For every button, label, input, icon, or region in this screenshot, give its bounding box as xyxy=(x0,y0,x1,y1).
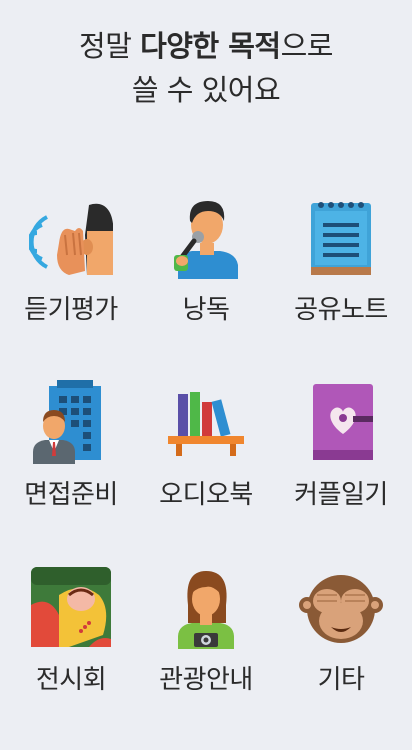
headline-emphasis: 다양한 목적 xyxy=(140,29,281,63)
purpose-row: 전시회 관광안내 기타 xyxy=(0,565,412,750)
purpose-couple-diary[interactable]: 커플일기 xyxy=(276,380,406,565)
purpose-label: 관광안내 xyxy=(159,665,253,695)
purpose-label: 기타 xyxy=(317,665,365,695)
purpose-label: 커플일기 xyxy=(294,480,388,510)
purpose-label: 낭독 xyxy=(182,295,230,325)
purpose-shared-note[interactable]: 공유노트 xyxy=(276,195,406,380)
purpose-row: 듣기평가 낭독 공유노트 xyxy=(0,195,412,380)
singer-microphone-icon xyxy=(174,201,238,279)
see-no-evil-monkey-icon xyxy=(299,575,383,643)
headline-text: 정말 xyxy=(79,29,141,63)
businessman-office-icon xyxy=(33,380,101,464)
purpose-tour-guide[interactable]: 관광안내 xyxy=(141,565,271,750)
purpose-listening-test[interactable]: 듣기평가 xyxy=(6,195,136,380)
tourist-camera-icon xyxy=(178,571,234,649)
painting-icon xyxy=(31,567,111,647)
purpose-label: 공유노트 xyxy=(294,295,388,325)
listening-ear-icon xyxy=(29,203,113,275)
purpose-reading-aloud[interactable]: 낭독 xyxy=(141,195,271,380)
purpose-grid: 듣기평가 낭독 공유노트 면접준비 오디오북 커플일기 전시회 관광안내 기타 xyxy=(0,195,412,750)
bookshelf-icon xyxy=(168,392,244,456)
purpose-exhibition[interactable]: 전시회 xyxy=(6,565,136,750)
purpose-label: 면접준비 xyxy=(24,480,118,510)
headline-line-1: 정말 다양한 목적으로 xyxy=(0,24,412,68)
heart-diary-icon xyxy=(313,384,373,460)
purpose-interview-prep[interactable]: 면접준비 xyxy=(6,380,136,565)
purpose-label: 듣기평가 xyxy=(24,295,118,325)
purpose-other[interactable]: 기타 xyxy=(276,565,406,750)
notepad-icon xyxy=(311,202,371,275)
purpose-label: 전시회 xyxy=(35,665,107,695)
headline-line-2: 쓸 수 있어요 xyxy=(131,73,281,107)
headline-text: 으로 xyxy=(280,29,334,63)
headline: 정말 다양한 목적으로 쓸 수 있어요 xyxy=(0,24,412,112)
purpose-audiobook[interactable]: 오디오북 xyxy=(141,380,271,565)
purpose-label: 오디오북 xyxy=(159,480,253,510)
purpose-row: 면접준비 오디오북 커플일기 xyxy=(0,380,412,565)
